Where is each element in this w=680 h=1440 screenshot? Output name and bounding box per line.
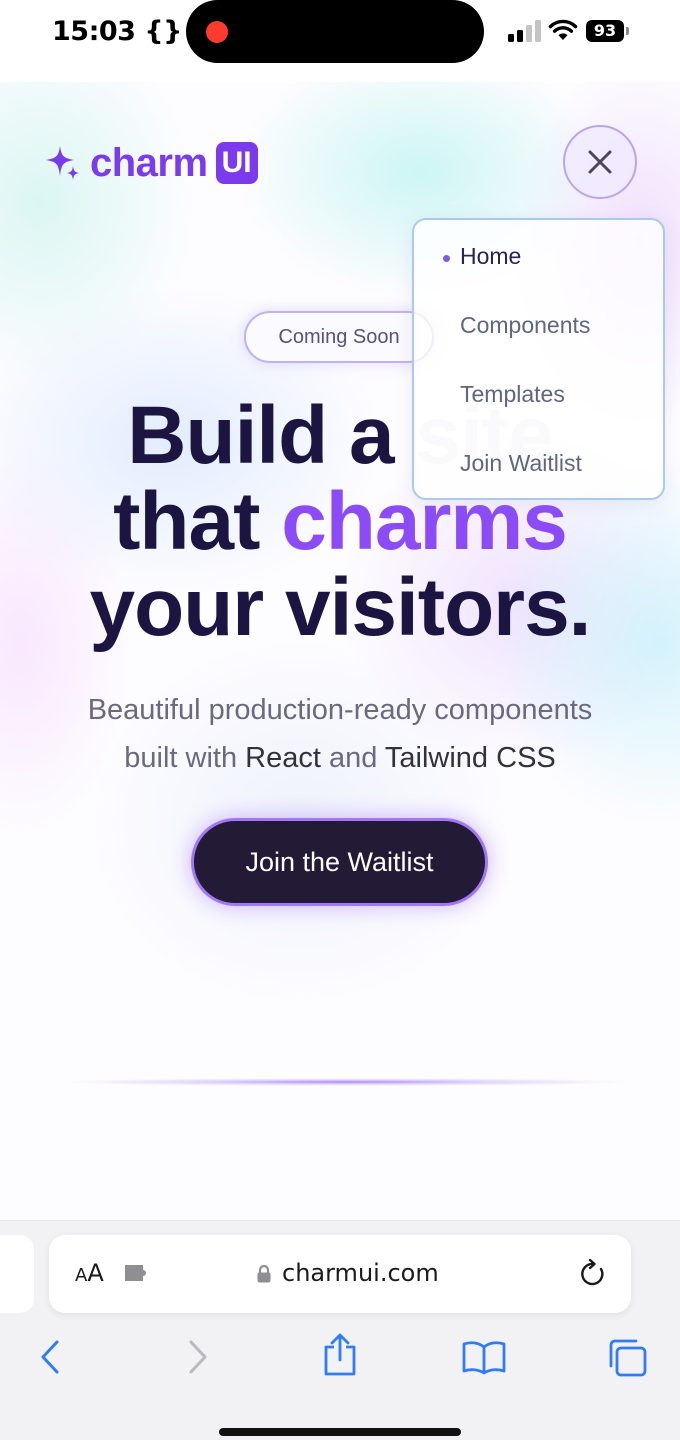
nav-dropdown-menu: Home Components Templates Join Waitlist <box>412 218 665 500</box>
logo-badge: UI <box>215 142 258 184</box>
nav-item-components[interactable]: Components <box>460 312 590 339</box>
status-time: 15:03 {} <box>52 16 182 47</box>
hero-title-build: Build a <box>127 390 394 481</box>
previous-tab-preview[interactable] <box>0 1235 34 1313</box>
close-menu-button[interactable] <box>563 125 637 199</box>
hero-title-that: that <box>113 476 260 567</box>
close-icon <box>588 150 612 174</box>
chevron-right-icon[interactable] <box>186 1339 210 1375</box>
safari-bottom-bar: AA charmui.com <box>0 1220 680 1440</box>
nav-item-templates[interactable]: Templates <box>460 381 565 408</box>
lock-icon <box>257 1264 271 1283</box>
logo-wordmark: charm <box>90 140 208 185</box>
aa-small-letter: A <box>75 1265 88 1286</box>
chevron-left-icon[interactable] <box>38 1339 62 1375</box>
coming-soon-badge: Coming Soon <box>244 311 434 363</box>
wifi-icon <box>548 19 578 40</box>
nav-item-home[interactable]: Home <box>460 243 521 270</box>
cellular-signal-icon <box>508 20 541 42</box>
sparkle-icon <box>46 146 79 180</box>
active-dot-icon <box>443 255 450 262</box>
hero-subtitle-line-2: built with React and Tailwind CSS <box>0 734 680 782</box>
subtitle-tailwind: Tailwind CSS <box>384 742 556 774</box>
status-bar: 15:03 {} 93 <box>0 0 680 82</box>
address-bar[interactable]: AA charmui.com <box>49 1235 631 1313</box>
subtitle-react: React <box>245 742 321 774</box>
join-waitlist-button[interactable]: Join the Waitlist <box>191 818 488 906</box>
hero-title-line-3: your visitors. <box>89 562 592 653</box>
home-indicator[interactable] <box>219 1428 461 1436</box>
subtitle-built-with: built with <box>124 742 238 774</box>
dynamic-island <box>186 0 484 63</box>
battery-indicator: 93 <box>586 20 629 42</box>
reader-settings-button[interactable]: AA <box>75 1259 104 1287</box>
reload-icon[interactable] <box>579 1259 607 1289</box>
recording-indicator-icon <box>206 21 228 43</box>
url-text: charmui.com <box>282 1259 439 1287</box>
nav-item-join-waitlist[interactable]: Join Waitlist <box>460 450 582 477</box>
tabs-icon[interactable] <box>607 1338 649 1378</box>
hero-subtitle-line-1: Beautiful production-ready components <box>87 694 593 726</box>
glow-divider <box>60 1078 630 1086</box>
charm-ui-logo[interactable]: charm UI <box>42 140 258 186</box>
aa-large-letter: A <box>87 1259 104 1287</box>
webpage-content: charm UI Coming Soon Build a site that c… <box>0 82 680 1220</box>
book-icon[interactable] <box>462 1339 506 1375</box>
share-icon[interactable] <box>322 1333 358 1377</box>
extension-puzzle-icon[interactable] <box>123 1261 153 1285</box>
subtitle-and: and <box>328 742 378 774</box>
